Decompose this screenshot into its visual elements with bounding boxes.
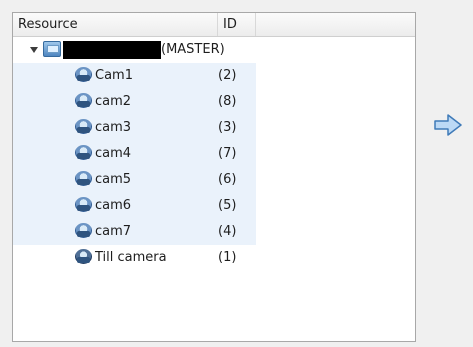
arrow-right-icon[interactable] <box>433 113 463 137</box>
camera-name: cam3 <box>95 120 132 135</box>
camera-icon <box>75 249 92 264</box>
camera-icon <box>75 67 92 82</box>
resource-tree-table: Resource ID (MASTER) Cam1 (2) cam2 (8) cam3 (… <box>12 12 416 342</box>
camera-name: cam7 <box>95 224 132 239</box>
tree-node-server[interactable]: (MASTER) <box>13 38 415 64</box>
camera-icon <box>75 119 92 134</box>
camera-row[interactable]: Till camera (1) <box>13 245 415 271</box>
redacted-server-name <box>63 41 161 59</box>
triangle-down-icon[interactable] <box>30 47 38 53</box>
camera-icon <box>75 197 92 212</box>
camera-name: cam2 <box>95 94 132 109</box>
camera-name: Cam1 <box>95 68 133 83</box>
camera-name: cam6 <box>95 198 132 213</box>
camera-row[interactable]: cam5 (6) <box>13 167 256 193</box>
server-icon <box>43 41 61 57</box>
table-header: Resource ID <box>13 13 415 37</box>
camera-icon <box>75 93 92 108</box>
column-header-resource[interactable]: Resource <box>13 13 218 36</box>
camera-row[interactable]: cam7 (4) <box>13 219 256 245</box>
camera-id: (1) <box>218 250 237 265</box>
camera-row[interactable]: cam3 (3) <box>13 115 256 141</box>
camera-id: (8) <box>218 94 237 109</box>
camera-icon <box>75 171 92 186</box>
camera-row[interactable]: cam6 (5) <box>13 193 256 219</box>
column-header-empty <box>256 13 415 36</box>
camera-id: (4) <box>218 224 237 239</box>
camera-icon <box>75 223 92 238</box>
camera-name: cam5 <box>95 172 132 187</box>
camera-row[interactable]: cam4 (7) <box>13 141 256 167</box>
camera-id: (7) <box>218 146 237 161</box>
camera-id: (6) <box>218 172 237 187</box>
camera-id: (3) <box>218 120 237 135</box>
camera-icon <box>75 145 92 160</box>
server-label-suffix: (MASTER) <box>161 42 225 57</box>
column-header-id[interactable]: ID <box>218 13 256 36</box>
camera-name: Till camera <box>95 250 167 265</box>
camera-id: (5) <box>218 198 237 213</box>
camera-row[interactable]: Cam1 (2) <box>13 63 256 89</box>
camera-name: cam4 <box>95 146 132 161</box>
camera-id: (2) <box>218 68 237 83</box>
camera-row[interactable]: cam2 (8) <box>13 89 256 115</box>
